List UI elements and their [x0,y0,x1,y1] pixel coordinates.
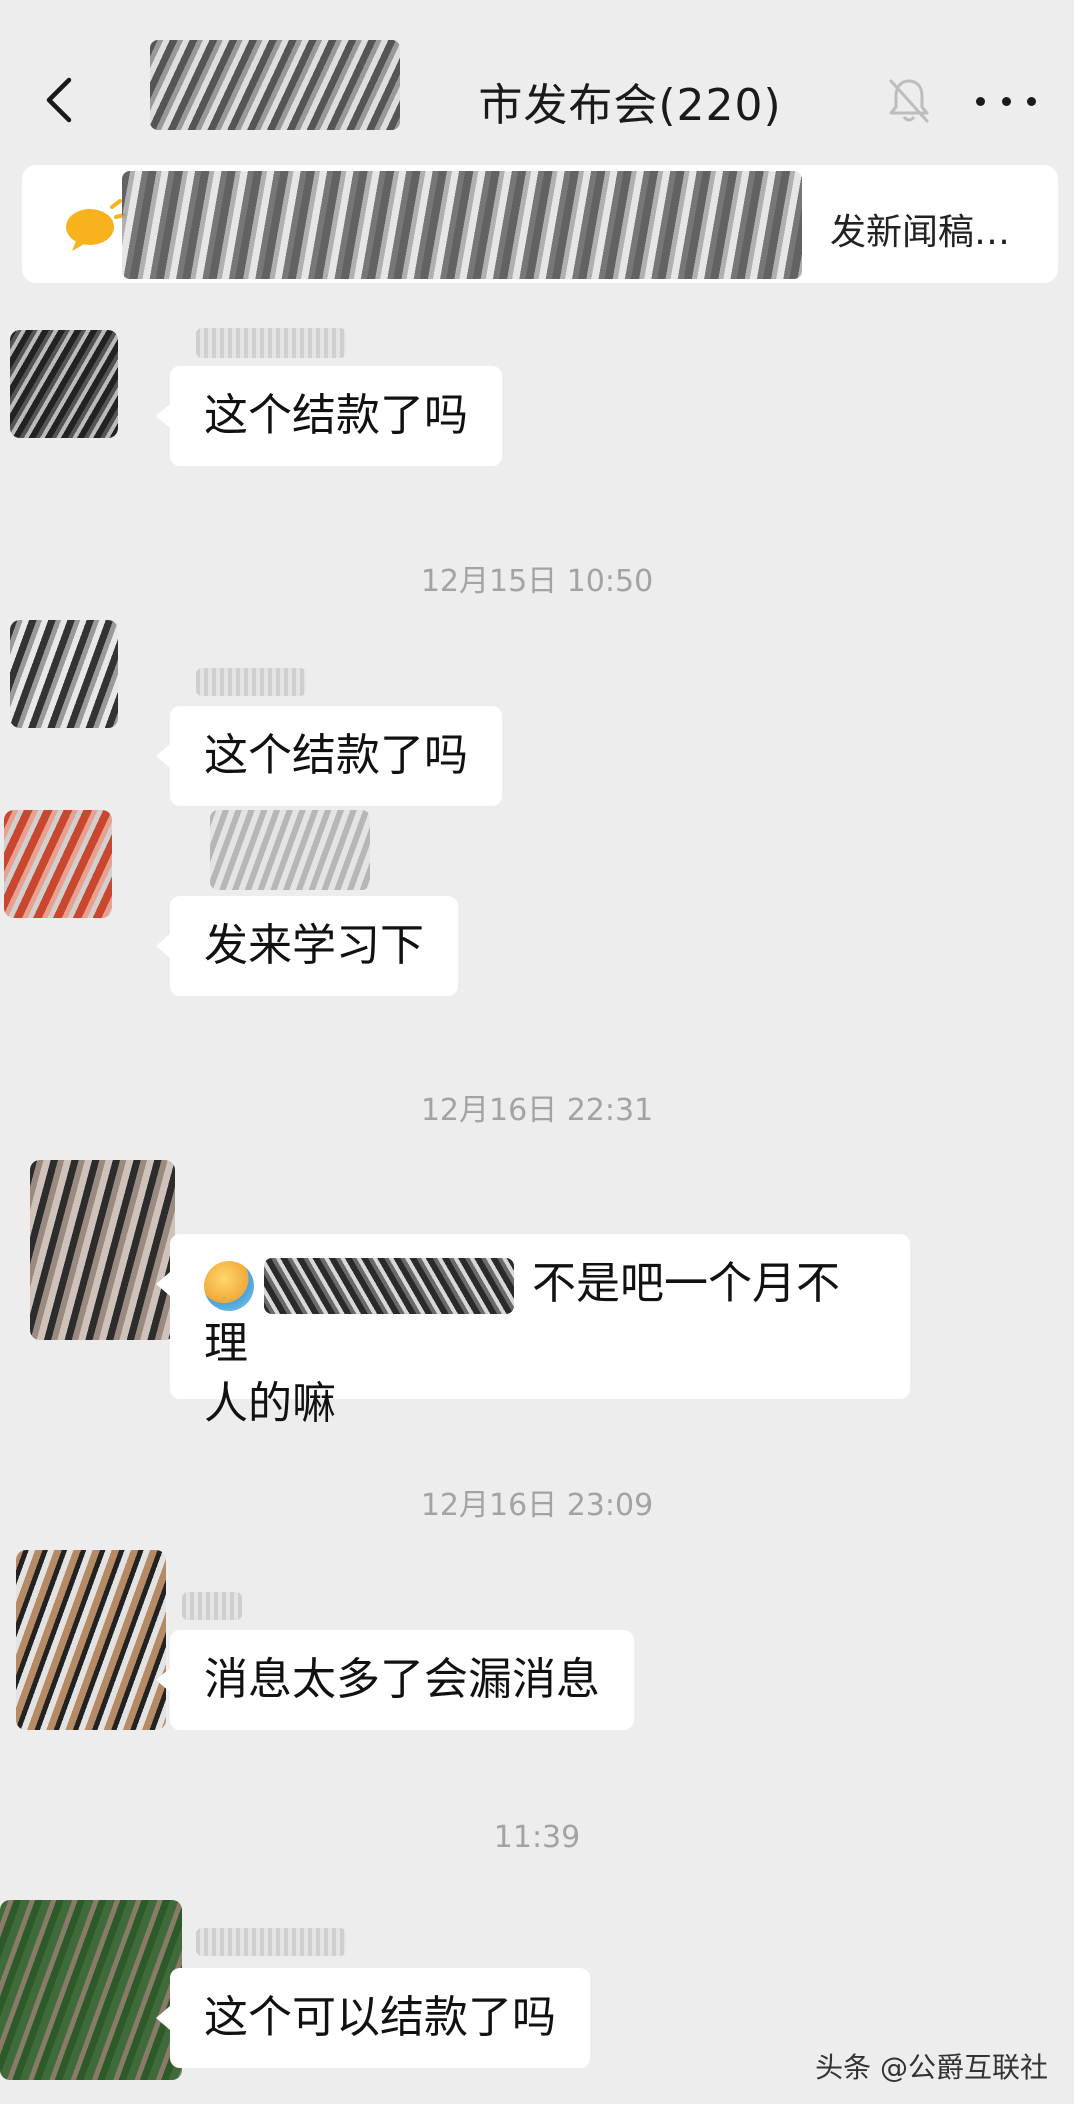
message-bubble[interactable]: 这个可以结款了吗 [156,1968,590,2068]
message-bubble[interactable]: 这个结款了吗 [156,706,502,806]
timestamp: 12月16日 23:09 [420,1488,654,1523]
message-text: 这个可以结款了吗 [204,1992,556,2043]
avatar[interactable] [10,330,118,438]
megaphone-icon [66,199,126,251]
message-bubble[interactable]: 消息太多了会漏消息 [156,1630,634,1730]
avatar[interactable] [4,810,112,918]
message-text: 发来学习下 [204,920,424,971]
group-announcement-bar[interactable]: 发新闻稿… [22,165,1058,283]
more-button[interactable] [976,90,1036,112]
chat-header: 市发布会(220) [0,0,1074,170]
more-dot [976,96,985,106]
sender-name [196,1928,346,1956]
chat-title[interactable]: 市发布会(220) [150,66,870,136]
more-dot [1001,96,1011,106]
avatar[interactable] [0,1900,182,2080]
redacted-mention [264,1258,514,1314]
timestamp: 11:39 [493,1820,581,1855]
mute-status-button[interactable] [885,75,933,127]
bell-muted-icon [889,79,929,123]
more-dot [1027,96,1036,106]
timestamp: 12月15日 10:50 [420,564,654,599]
message-line: 人的嘛 [204,1378,336,1429]
avatar[interactable] [16,1550,166,1730]
message-line: 不是吧一个月不理 [204,1254,876,1374]
avatar[interactable] [30,1160,175,1340]
sender-name [196,328,346,358]
message-text: 这个结款了吗 [204,730,468,781]
back-button[interactable] [34,70,84,130]
watermark: 头条 @公爵互联社 [815,2051,1048,2084]
chevron-left-icon [46,77,72,123]
message-text: 消息太多了会漏消息 [204,1654,600,1705]
chat-title-text: 市发布会(220) [478,80,782,131]
message-text: 这个结款了吗 [204,390,468,441]
sender-name [182,1592,242,1620]
message-bubble[interactable]: 这个结款了吗 [156,366,502,466]
sender-name [210,810,370,890]
redacted-area [122,171,802,279]
message-bubble[interactable]: 不是吧一个月不理 人的嘛 [156,1234,910,1429]
message-bubble[interactable]: 发来学习下 [156,896,458,996]
emoji-icon [204,1261,254,1311]
sender-name [196,668,306,696]
announcement-text: 发新闻稿… [829,212,1010,253]
avatar[interactable] [10,620,118,728]
timestamp: 12月16日 22:31 [420,1093,654,1128]
